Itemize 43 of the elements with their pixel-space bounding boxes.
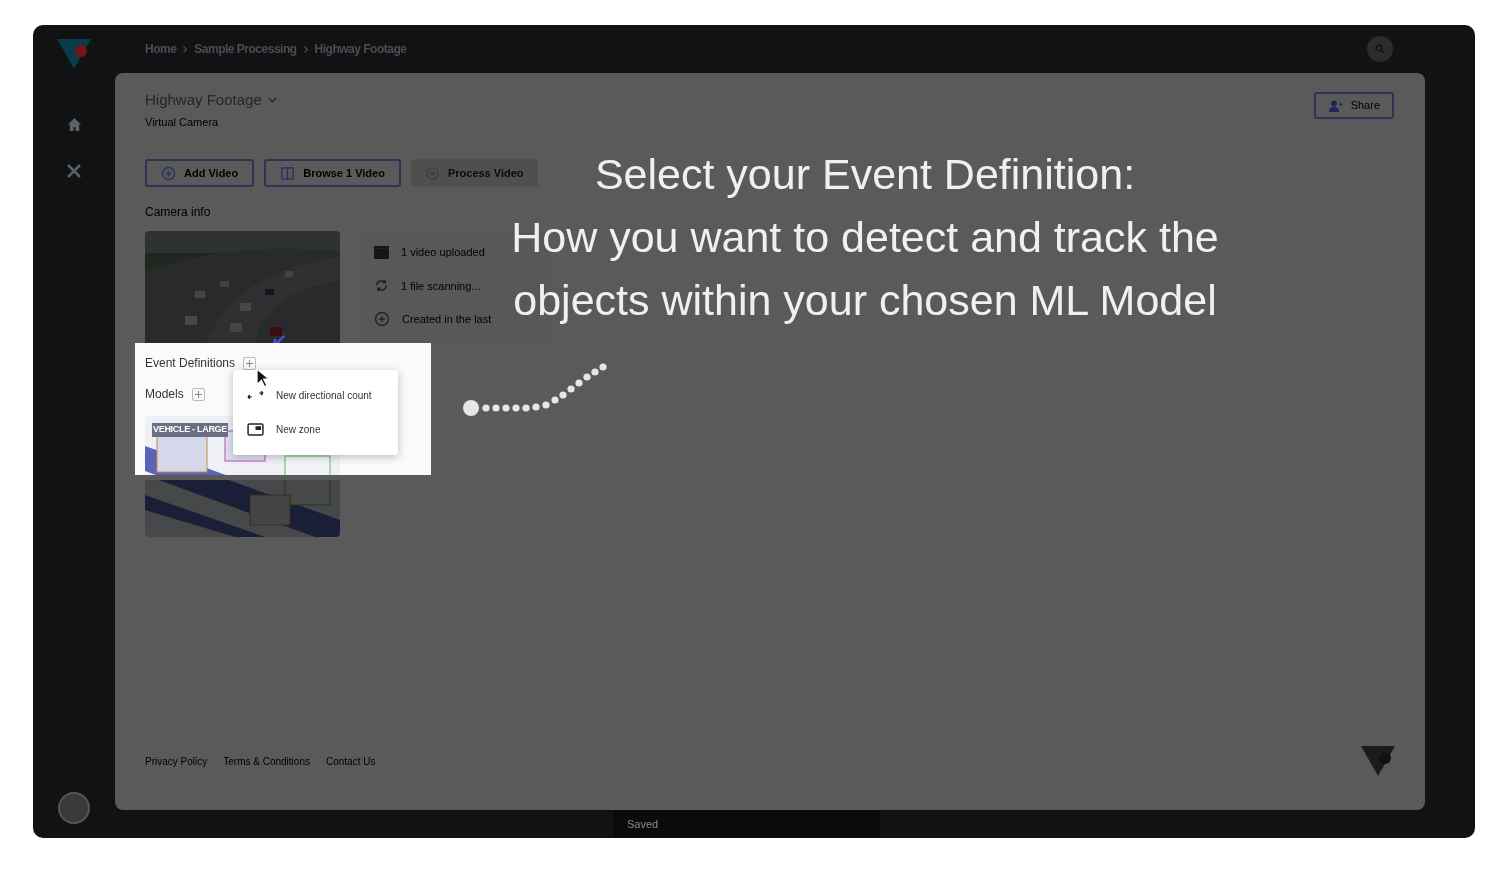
tutorial-text: How you want to detect and track the — [511, 212, 1219, 263]
search-icon — [1375, 44, 1385, 54]
footer-link[interactable]: Contact Us — [325, 753, 376, 769]
plus-icon — [194, 390, 202, 398]
avatar[interactable] — [58, 792, 90, 824]
tutorial-text: objects within your chosen ML Model — [513, 275, 1217, 326]
model-tag: VEHICLE - LARGE — [152, 423, 228, 437]
action-button[interactable]: Browse 1 Video — [264, 159, 401, 187]
plus-icon — [246, 359, 254, 367]
menu-item[interactable]: New zone — [233, 412, 398, 447]
refresh-icon — [374, 278, 389, 294]
section-label: Event Definitions — [145, 355, 236, 372]
home-icon[interactable] — [66, 117, 82, 132]
clapper-icon — [374, 245, 389, 259]
zone-icon — [247, 423, 264, 437]
add-icon — [161, 165, 176, 181]
logo-icon — [57, 39, 91, 69]
add-icon — [374, 311, 390, 328]
saved-toast: Saved — [613, 810, 880, 838]
share-button[interactable]: Share — [1313, 92, 1394, 119]
tutorial-text: Select your Event Definition: — [594, 149, 1136, 200]
section-heading: Camera info — [145, 204, 212, 221]
section-label: Models — [145, 386, 184, 403]
page-subtitle: Virtual Camera — [145, 114, 220, 130]
info-text: 1 video uploaded — [401, 245, 485, 260]
menu-item[interactable]: New directional count — [233, 378, 398, 413]
swap-arrows-icon — [247, 389, 264, 402]
chevron-right-icon — [302, 44, 309, 54]
panels-icon — [280, 165, 296, 181]
footer-link[interactable]: Terms & Conditions — [223, 753, 310, 769]
chevron-right-icon — [182, 44, 189, 54]
add-person-icon — [1327, 99, 1345, 112]
footer-link[interactable]: Privacy Policy — [145, 753, 208, 769]
action-button[interactable]: Add Video — [145, 159, 255, 187]
breadcrumb-link[interactable]: Sample Processing — [194, 40, 297, 58]
logo-icon — [1361, 746, 1395, 776]
chevron-down-icon[interactable] — [267, 97, 277, 104]
info-text: 1 file scanning... — [401, 278, 481, 294]
add-button[interactable] — [191, 387, 205, 401]
breadcrumb-link[interactable]: Highway Footage — [314, 40, 407, 58]
info-text: Created in the last — [402, 312, 492, 327]
breadcrumb-link[interactable]: Home — [145, 40, 177, 58]
add-button[interactable] — [243, 356, 257, 370]
